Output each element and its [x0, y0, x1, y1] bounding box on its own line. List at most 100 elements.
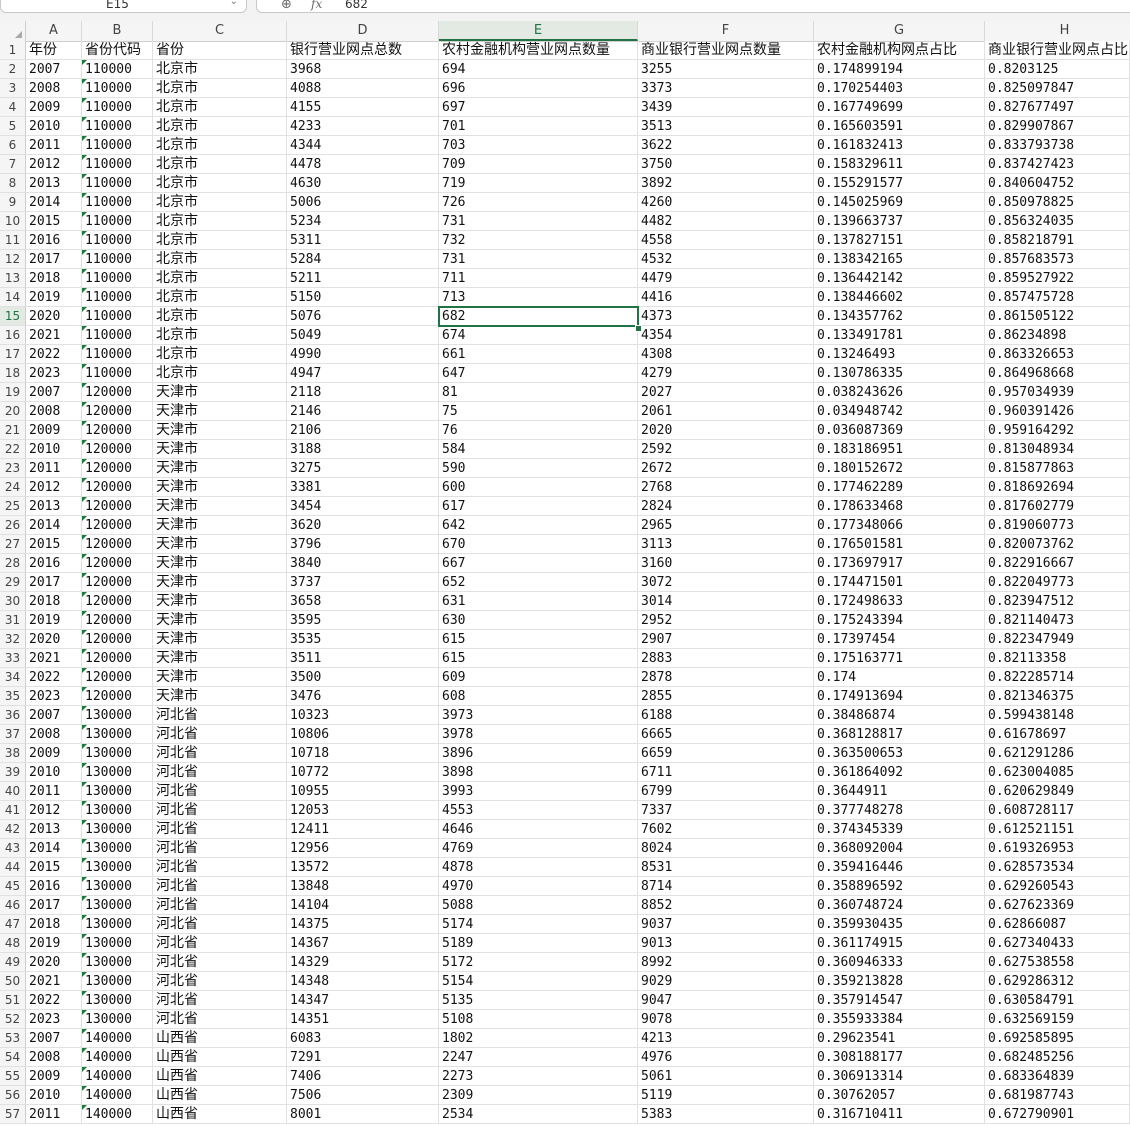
cell-h[interactable]: 0.619326953	[985, 839, 1130, 858]
cell-b[interactable]: 120000	[82, 459, 153, 478]
cell-f[interactable]: 4260	[638, 193, 814, 212]
row-header[interactable]: 45	[0, 877, 26, 896]
cell-g[interactable]: 0.361864092	[814, 763, 985, 782]
cell-a[interactable]: 2012	[26, 478, 82, 497]
cell-d[interactable]: 4478	[287, 155, 439, 174]
row-header[interactable]: 22	[0, 440, 26, 459]
row-header[interactable]: 39	[0, 763, 26, 782]
cell-e[interactable]: 731	[439, 250, 638, 269]
cell-f[interactable]: 4354	[638, 326, 814, 345]
cell-d[interactable]: 2106	[287, 421, 439, 440]
row-header[interactable]: 46	[0, 896, 26, 915]
row-header[interactable]: 42	[0, 820, 26, 839]
cell-e[interactable]: 615	[439, 649, 638, 668]
row-header[interactable]: 44	[0, 858, 26, 877]
column-title-cell[interactable]: 银行营业网点总数	[287, 41, 439, 60]
cell-f[interactable]: 2883	[638, 649, 814, 668]
cell-h[interactable]: 0.629286312	[985, 972, 1130, 991]
cell-h[interactable]: 0.692585895	[985, 1029, 1130, 1048]
name-box[interactable]: E15 ⌄	[0, 0, 247, 13]
cell-b[interactable]: 130000	[82, 801, 153, 820]
cell-g[interactable]: 0.3644911	[814, 782, 985, 801]
cell-b[interactable]: 120000	[82, 668, 153, 687]
column-header-f[interactable]: F	[638, 21, 814, 41]
cell-b[interactable]: 120000	[82, 611, 153, 630]
cell-e[interactable]: 2309	[439, 1086, 638, 1105]
row-header[interactable]: 52	[0, 1010, 26, 1029]
cell-d[interactable]: 3511	[287, 649, 439, 668]
column-title-cell[interactable]: 农村金融机构网点占比	[814, 41, 985, 60]
row-header[interactable]: 11	[0, 231, 26, 250]
cell-a[interactable]: 2011	[26, 459, 82, 478]
cell-d[interactable]: 14329	[287, 953, 439, 972]
formula-input[interactable]: ⊕ fx 682	[256, 0, 1130, 13]
cell-c[interactable]: 天津市	[153, 668, 287, 687]
row-header[interactable]: 24	[0, 478, 26, 497]
cell-c[interactable]: 北京市	[153, 288, 287, 307]
cell-h[interactable]: 0.627623369	[985, 896, 1130, 915]
cell-h[interactable]: 0.863326653	[985, 345, 1130, 364]
cell-h[interactable]: 0.821140473	[985, 611, 1130, 630]
cell-f[interactable]: 3892	[638, 174, 814, 193]
cell-a[interactable]: 2018	[26, 915, 82, 934]
cell-h[interactable]: 0.627340433	[985, 934, 1130, 953]
cell-f[interactable]: 2061	[638, 402, 814, 421]
cell-e[interactable]: 726	[439, 193, 638, 212]
cell-b[interactable]: 140000	[82, 1067, 153, 1086]
cell-g[interactable]: 0.360748724	[814, 896, 985, 915]
column-title-cell[interactable]: 年份	[26, 41, 82, 60]
cell-b[interactable]: 120000	[82, 535, 153, 554]
cell-f[interactable]: 2855	[638, 687, 814, 706]
column-header-d[interactable]: D	[287, 21, 439, 41]
cell-h[interactable]: 0.672790901	[985, 1105, 1130, 1124]
cell-f[interactable]: 3439	[638, 98, 814, 117]
cell-h[interactable]: 0.959164292	[985, 421, 1130, 440]
cell-c[interactable]: 北京市	[153, 326, 287, 345]
cell-c[interactable]: 北京市	[153, 136, 287, 155]
cell-b[interactable]: 110000	[82, 136, 153, 155]
cell-c[interactable]: 北京市	[153, 79, 287, 98]
cell-d[interactable]: 5311	[287, 231, 439, 250]
cell-a[interactable]: 2010	[26, 1086, 82, 1105]
cell-g[interactable]: 0.358896592	[814, 877, 985, 896]
cell-d[interactable]: 10323	[287, 706, 439, 725]
row-header[interactable]: 21	[0, 421, 26, 440]
cell-a[interactable]: 2010	[26, 117, 82, 136]
cell-e[interactable]: 2534	[439, 1105, 638, 1124]
cell-b[interactable]: 120000	[82, 516, 153, 535]
cell-c[interactable]: 河北省	[153, 820, 287, 839]
cell-h[interactable]: 0.829907867	[985, 117, 1130, 136]
cell-h[interactable]: 0.960391426	[985, 402, 1130, 421]
cell-b[interactable]: 110000	[82, 307, 153, 326]
cell-b[interactable]: 110000	[82, 212, 153, 231]
cell-d[interactable]: 12411	[287, 820, 439, 839]
cell-b[interactable]: 140000	[82, 1086, 153, 1105]
cell-f[interactable]: 3622	[638, 136, 814, 155]
cell-e[interactable]: 697	[439, 98, 638, 117]
cell-f[interactable]: 3113	[638, 535, 814, 554]
row-header[interactable]: 28	[0, 554, 26, 573]
cell-b[interactable]: 120000	[82, 402, 153, 421]
cell-c[interactable]: 北京市	[153, 364, 287, 383]
row-header[interactable]: 51	[0, 991, 26, 1010]
cell-g[interactable]: 0.363500653	[814, 744, 985, 763]
cell-e[interactable]: 609	[439, 668, 638, 687]
cell-f[interactable]: 2824	[638, 497, 814, 516]
cell-f[interactable]: 9047	[638, 991, 814, 1010]
cell-g[interactable]: 0.038243626	[814, 383, 985, 402]
cell-c[interactable]: 天津市	[153, 630, 287, 649]
cell-e[interactable]: 4970	[439, 877, 638, 896]
cell-c[interactable]: 北京市	[153, 269, 287, 288]
cell-a[interactable]: 2017	[26, 573, 82, 592]
row-header[interactable]: 29	[0, 573, 26, 592]
cell-g[interactable]: 0.176501581	[814, 535, 985, 554]
cell-h[interactable]: 0.820073762	[985, 535, 1130, 554]
cell-f[interactable]: 2952	[638, 611, 814, 630]
cell-g[interactable]: 0.158329611	[814, 155, 985, 174]
cell-g[interactable]: 0.13246493	[814, 345, 985, 364]
cell-a[interactable]: 2011	[26, 1105, 82, 1124]
cell-c[interactable]: 北京市	[153, 345, 287, 364]
cell-f[interactable]: 2965	[638, 516, 814, 535]
cell-f[interactable]: 4532	[638, 250, 814, 269]
cell-b[interactable]: 130000	[82, 858, 153, 877]
